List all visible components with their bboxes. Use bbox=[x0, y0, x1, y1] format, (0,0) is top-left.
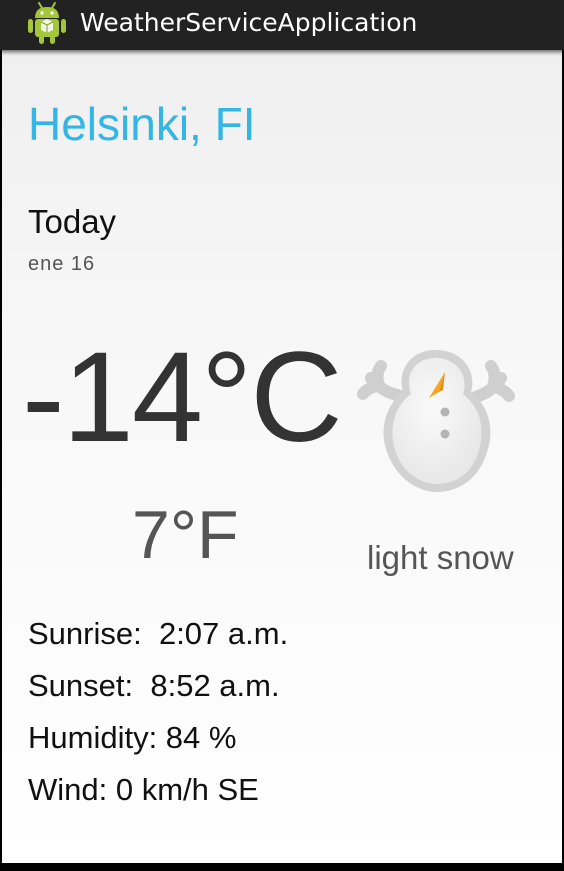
wind-row: Wind: 0 km/h SE bbox=[28, 772, 259, 807]
app-screen: WeatherServiceApplication Helsinki, FI T… bbox=[0, 0, 564, 871]
weather-details: Sunrise: 2:07 a.m. Sunset: 8:52 a.m. Hum… bbox=[28, 608, 288, 816]
humidity-row: Humidity: 84 % bbox=[28, 720, 237, 755]
day-label: Today bbox=[28, 203, 117, 240]
android-robot-icon[interactable] bbox=[24, 0, 70, 46]
temperature-fahrenheit: 7°F bbox=[132, 497, 239, 573]
city-title: Helsinki, FI bbox=[28, 98, 256, 150]
date-label: ene 16 bbox=[28, 253, 96, 275]
weather-condition: light snow bbox=[367, 539, 514, 576]
sunset-row: Sunset: 8:52 a.m. bbox=[28, 668, 280, 703]
sunrise-row: Sunrise: 2:07 a.m. bbox=[28, 616, 289, 651]
temperature-celsius: -14°C bbox=[22, 326, 343, 469]
snowman-icon bbox=[357, 350, 515, 492]
bottom-edge bbox=[0, 863, 564, 871]
weather-content: Helsinki, FI Today ene 16 -14°C 7°F ligh… bbox=[2, 50, 562, 863]
action-bar: WeatherServiceApplication bbox=[0, 0, 564, 50]
app-title: WeatherServiceApplication bbox=[80, 8, 418, 37]
